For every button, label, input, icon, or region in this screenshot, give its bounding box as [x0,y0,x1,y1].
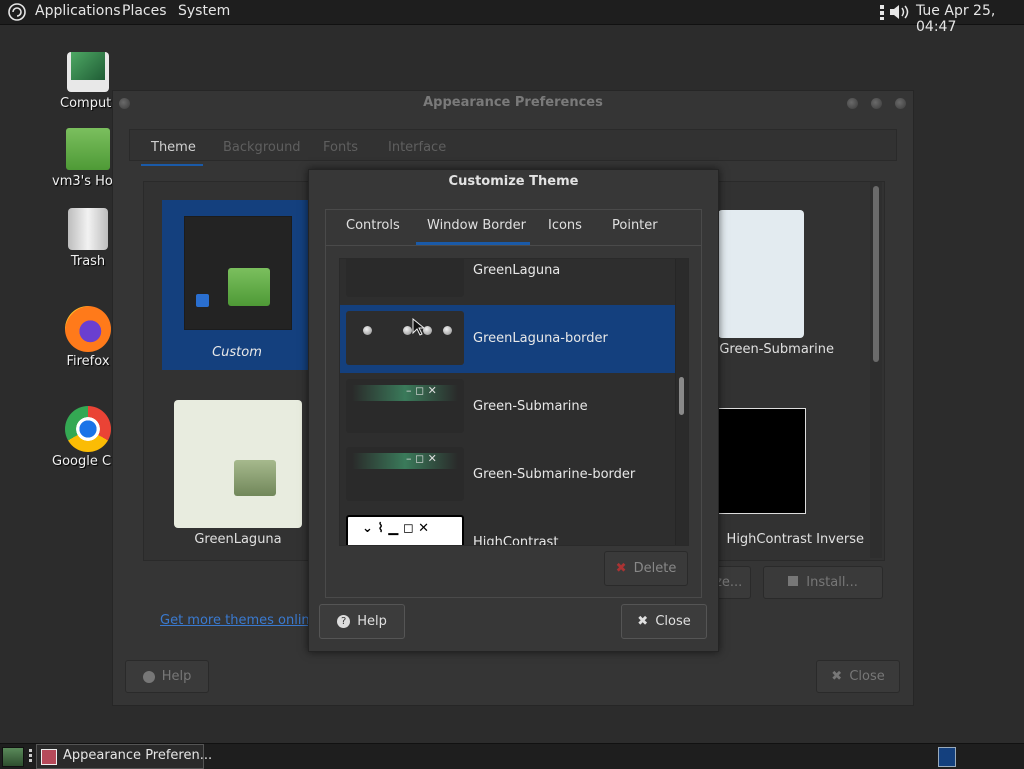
menu-system[interactable]: System [178,3,230,19]
tab-pointer[interactable]: Pointer [612,218,658,233]
customize-theme-dialog: Customize Theme Controls Window Border I… [308,169,719,652]
close-icon: ✖ [637,614,649,629]
theme-preview: – ◻ ✕ [346,379,464,433]
scroll-thumb[interactable] [679,377,684,415]
button-label: Install... [806,575,858,590]
window-title: Appearance Preferences [423,95,603,110]
list-item[interactable]: GreenLaguna [340,259,675,305]
firefox-icon [65,306,111,352]
window-buttons-icon: – ◻ ✕ [406,452,437,465]
theme-preview [346,259,464,297]
taskbar-item-appearance[interactable]: Appearance Preferen... [36,744,212,769]
minimize-button[interactable] [847,98,858,109]
close-button[interactable]: ✖ Close [621,604,707,639]
window-buttons-icon: ⌄ ⌇ ▁ ◻ ✕ [362,521,430,536]
top-panel: Applications Places System Tue Apr 25, 0… [0,0,1024,35]
button-label: Close [655,614,691,629]
gallery-scrollbar[interactable] [870,182,882,558]
tab-fonts[interactable]: Fonts [323,140,358,155]
customize-notebook: Controls Window Border Icons Pointer Gre… [325,209,702,598]
theme-preview: ⌄ ⌇ ▁ ◻ ✕ [346,515,464,545]
distro-logo-icon[interactable] [8,3,26,21]
button-label: Close [849,669,885,684]
desktop-icon-label: vm3's Home [52,174,118,189]
tab-theme[interactable]: Theme [151,140,196,155]
list-item[interactable]: ⌄ ⌇ ▁ ◻ ✕ HighContrast [340,509,675,546]
tab-icons[interactable]: Icons [548,218,582,233]
window-buttons-icon: – ◻ ✕ [406,384,437,397]
theme-preview: – ◻ ✕ [346,447,464,501]
panel-grip-icon [29,749,32,763]
panel-grip-icon [880,4,884,20]
help-button[interactable]: ? Help [319,604,405,639]
volume-icon[interactable] [889,4,909,20]
theme-tile-greenlaguna[interactable] [174,400,302,528]
button-label: Delete [633,561,677,576]
delete-icon: ✖ [615,561,627,576]
tab-bar: Theme Background Fonts Interface [129,129,897,161]
scroll-thumb[interactable] [873,186,879,362]
theme-name: Green-Submarine-border [473,467,636,482]
button-label: Help [161,669,192,684]
help-icon: ? [337,615,351,628]
window-border-list: GreenLaguna GreenLaguna-border – ◻ ✕ Gre… [339,258,689,546]
desktop-icon-label: Computer [60,96,116,111]
theme-tile-highcontrast-inverse[interactable] [718,408,806,514]
install-button[interactable]: Install... [763,566,883,599]
theme-name: Custom [212,345,262,360]
taskbar-item-label: Appearance Preferen... [63,748,213,763]
tab-window-border[interactable]: Window Border [427,218,526,233]
theme-tile-green-submarine[interactable] [718,210,804,338]
list-item[interactable]: – ◻ ✕ Green-Submarine [340,373,675,441]
help-button[interactable]: Help [125,660,209,693]
close-button[interactable]: ✖ Close [816,660,900,693]
install-icon [788,576,799,586]
tab-background[interactable]: Background [223,140,301,155]
folder-icon [228,268,270,306]
tab-bar: Controls Window Border Icons Pointer [326,210,701,246]
show-desktop-icon[interactable] [2,747,24,767]
theme-name: GreenLaguna-border [473,331,608,346]
menu-applications[interactable]: Applications [35,3,121,19]
get-more-themes-link[interactable]: Get more themes online [160,613,318,628]
appearance-app-icon [41,749,57,765]
help-icon [142,670,155,683]
list-scrollbar[interactable] [675,259,688,545]
bottom-panel: Appearance Preferen... [0,743,1024,769]
chrome-icon [65,406,111,452]
desktop-icon-label: Google Chrome [52,454,118,469]
theme-preview [346,311,464,365]
button-label: Help [357,614,387,629]
clock[interactable]: Tue Apr 25, 04:47 [916,3,1024,35]
theme-name: GreenLaguna [473,263,561,278]
checkbox-icon [196,294,209,307]
tab-controls[interactable]: Controls [346,218,400,233]
list-item[interactable]: – ◻ ✕ Green-Submarine-border [340,441,675,509]
delete-button[interactable]: ✖ Delete [604,551,688,586]
workspace-switcher[interactable] [938,747,956,767]
active-tab-indicator [141,164,203,166]
theme-name: HighContrast [473,535,559,546]
trash-icon [68,208,108,250]
menu-places[interactable]: Places [122,3,167,19]
home-folder-icon [66,128,110,170]
folder-icon [234,460,276,496]
theme-name: GreenLaguna [194,532,282,547]
computer-icon [67,52,109,92]
tab-interface[interactable]: Interface [388,140,446,155]
active-tab-indicator [416,242,530,245]
theme-tile-custom[interactable]: Custom [162,200,312,370]
theme-name: Green-Submarine [473,399,588,414]
maximize-button[interactable] [871,98,882,109]
list-item-selected[interactable]: GreenLaguna-border [340,305,675,373]
mouse-pointer-icon [412,317,426,336]
dialog-title: Customize Theme [448,174,579,189]
close-icon: ✖ [831,669,843,684]
close-window-button[interactable] [895,98,906,109]
